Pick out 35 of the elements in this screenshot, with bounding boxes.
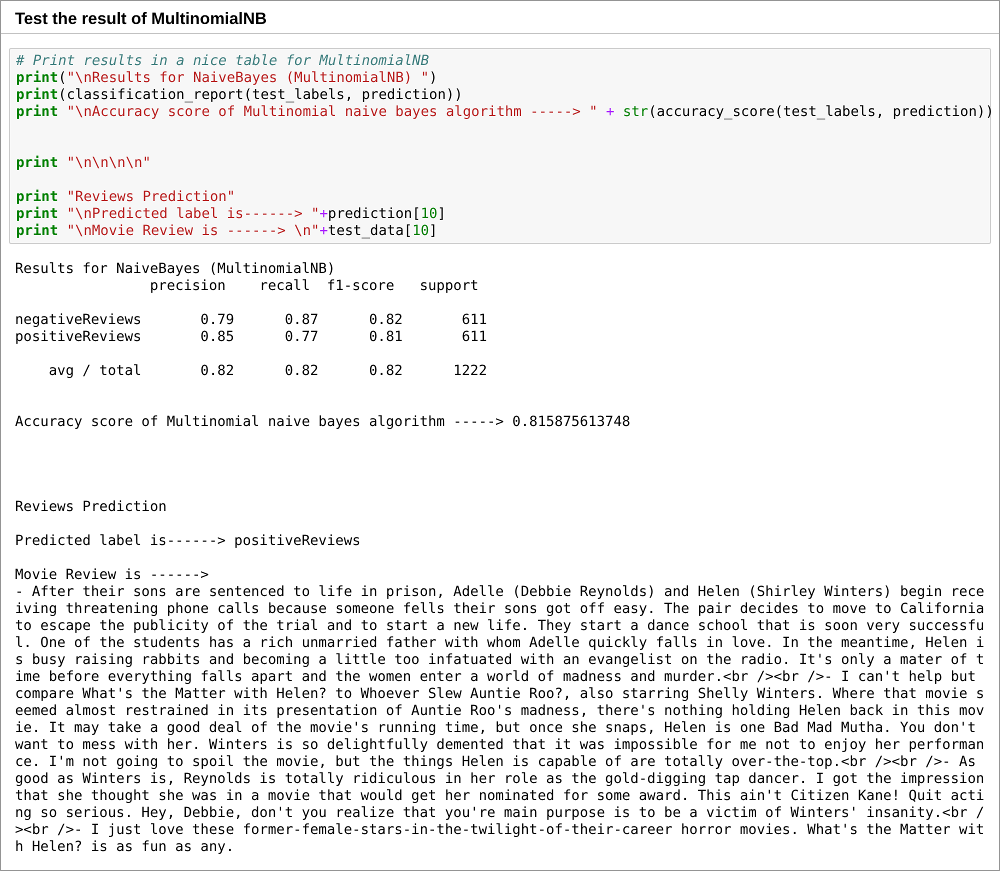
code-line: print "\nAccuracy score of Multinomial naive bayes algorithm -----> " + str(accuracy_score(test_labels, prediction)) bbox=[16, 104, 990, 121]
code-line: print "\n\n\n\n" bbox=[16, 155, 152, 172]
output-line: positiveReviews 0.85 0.77 0.81 611 bbox=[15, 329, 488, 346]
code-line: print("\nResults for NaiveBayes (MultinomialNB) ") bbox=[16, 70, 438, 87]
output-line: to escape the publicity of the trial and to start a new life. They start a dance school that is soon very successfu bbox=[15, 618, 984, 635]
output-line: precision recall f1-score support bbox=[148, 278, 479, 295]
output-line: ime before everything falls apart and the women enter a world of madness and murder.<br /><br />- I can't help but bbox=[15, 669, 976, 686]
code-line: print "Reviews Prediction" bbox=[16, 189, 236, 206]
output-line: s busy raising rabbits and becoming a little too infatuated with an evangelist on the radio. It's only a mater of t bbox=[15, 652, 984, 669]
output-line: Accuracy score of Multinomial naive bayes algorithm -----> 0.815875613748 bbox=[15, 414, 630, 431]
output-line: Predicted label is------> positiveReviews bbox=[15, 533, 361, 550]
code-line: print(classification_report(test_labels, prediction)) bbox=[16, 87, 464, 104]
output-line: ><br />- I just love these former-female-stars-in-the-twilight-of-their-career horror movies. What's the Matter wit bbox=[15, 822, 984, 839]
code-line: print "\nMovie Review is ------> \n"+test_data[10] bbox=[16, 223, 438, 240]
output-line: that she thought she was in a movie that would get her nominated for some award. This ain't Citizen Kane! Quit acti bbox=[15, 788, 984, 805]
output-line: Results for NaiveBayes (MultinomialNB) bbox=[15, 261, 336, 278]
output-line: want to mess with her. Winters is so delightfully demented that it was impossible for me not to enjoy her performan bbox=[15, 737, 984, 754]
output-line: Reviews Prediction bbox=[15, 499, 167, 516]
output-line: iving threatening phone calls because someone fells their sons got off easy. The pair decides to move to California bbox=[15, 601, 984, 618]
code-cell[interactable] bbox=[9, 48, 991, 244]
output-line: avg / total 0.82 0.82 0.82 1222 bbox=[48, 363, 488, 380]
output-line: negativeReviews 0.79 0.87 0.82 611 bbox=[15, 312, 488, 329]
output-line: ce. I'm not going to spoil the movie, but the things Helen is capable of are totally over-the-top.<br /><br />- As bbox=[15, 754, 976, 771]
section-heading: Test the result of MultinomialNB bbox=[14, 9, 268, 29]
output-line: - After their sons are sentenced to life in prison, Adelle (Debbie Reynolds) and Helen (Shirley Winters) begin rece bbox=[15, 584, 984, 601]
code-line: # Print results in a nice table for MultinomialNB bbox=[16, 53, 430, 70]
output-line: l. One of the students has a rich unmarried father with whom Adelle quickly falls in love. In the meantime, Helen i bbox=[15, 635, 984, 652]
output-line: Movie Review is ------> bbox=[15, 567, 209, 584]
output-line: compare What's the Matter with Helen? to Whoever Slew Auntie Roo?, also starring Shelly Winters. Where that movie s bbox=[15, 686, 984, 703]
output-line: good as Winters is, Reynolds is totally ridiculous in her role as the gold-digging tap dancer. I got the impression bbox=[15, 771, 984, 788]
output-line: h Helen? is as fun as any. bbox=[15, 839, 234, 856]
code-line: print "\nPredicted label is------> "+prediction[10] bbox=[16, 206, 447, 223]
output-line: ie. It may take a good deal of the movie's running time, but once she snaps, Helen is one Bad Mad Mutha. You don't bbox=[15, 720, 976, 737]
output-line: ng so serious. Hey, Debbie, don't you realize that you're main purpose is to be a victim of Winters' insanity.<br / bbox=[15, 805, 984, 822]
output-line: eemed almost restrained in its presentation of Auntie Roo's madness, there's nothing holding Helen back in this mov bbox=[15, 703, 984, 720]
